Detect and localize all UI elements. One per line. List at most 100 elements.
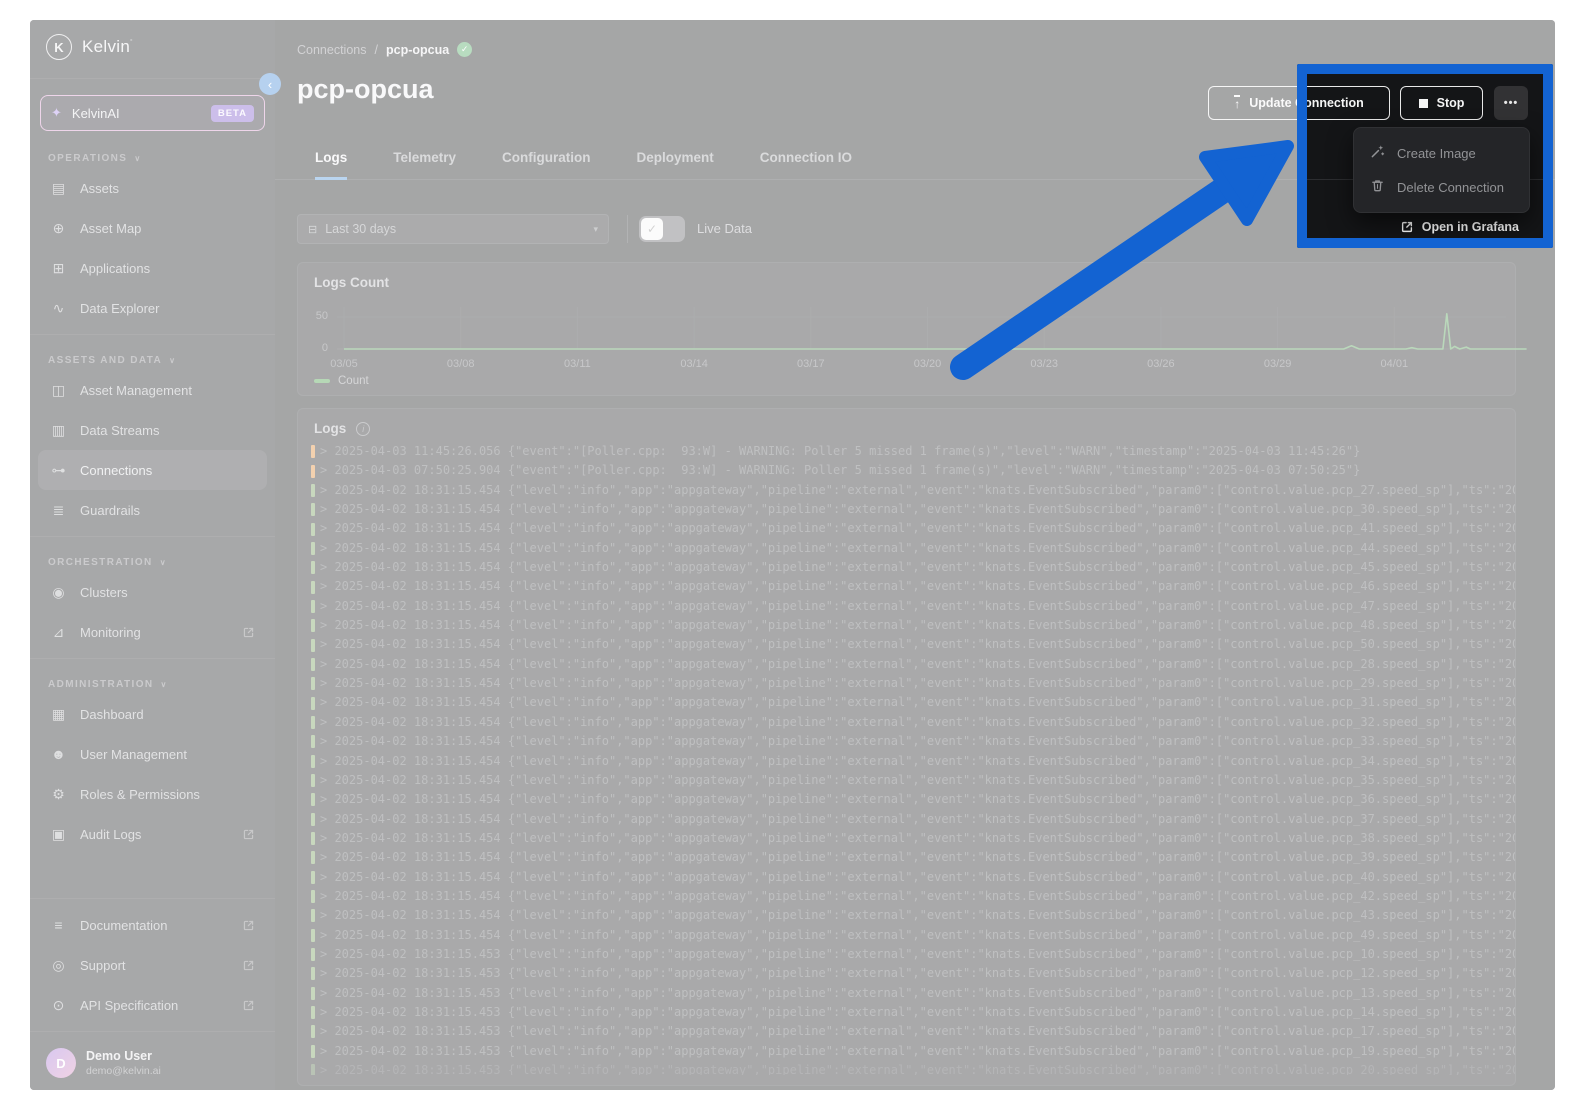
menu-item-delete-connection[interactable]: Delete Connection	[1354, 170, 1529, 204]
sidebar-item-assets[interactable]: ▤ Assets	[38, 168, 267, 208]
section-header-orchestration[interactable]: ORCHESTRATION ∨	[48, 557, 275, 568]
log-row[interactable]: > 2025-04-02 18:31:15.453 {"level":"info…	[298, 1022, 1515, 1041]
menu-item-create-image[interactable]: Create Image	[1354, 136, 1529, 170]
sidebar-collapse-button[interactable]: ‹	[259, 73, 281, 95]
log-text: > 2025-04-02 18:31:15.453 {"level":"info…	[320, 1063, 1515, 1075]
log-row[interactable]: > 2025-04-02 18:31:15.453 {"level":"info…	[298, 1003, 1515, 1022]
log-text: > 2025-04-02 18:31:15.453 {"level":"info…	[320, 985, 1515, 1000]
sidebar-item-data-explorer[interactable]: ∿ Data Explorer	[38, 288, 267, 328]
sidebar-item-guardrails[interactable]: ≣ Guardrails	[38, 490, 267, 530]
log-level-bar-info	[311, 928, 315, 942]
log-row[interactable]: > 2025-04-02 18:31:15.453 {"level":"info…	[298, 1042, 1515, 1061]
logs-count-chart	[337, 307, 1527, 350]
sidebar-item-label: Clusters	[80, 584, 128, 600]
breadcrumb-root[interactable]: Connections	[297, 43, 367, 57]
log-row[interactable]: > 2025-04-02 18:31:15.454 {"level":"info…	[298, 693, 1515, 712]
sidebar-item-support[interactable]: ◎ Support	[38, 945, 267, 985]
external-link-icon	[242, 919, 255, 932]
chart-legend: Count	[314, 375, 369, 387]
sidebar-item-documentation[interactable]: ≡ Documentation	[38, 905, 267, 945]
log-row[interactable]: > 2025-04-02 18:31:15.454 {"level":"info…	[298, 887, 1515, 906]
log-row[interactable]: > 2025-04-02 18:31:15.454 {"level":"info…	[298, 906, 1515, 925]
sidebar-item-label: Data Streams	[80, 422, 160, 438]
sidebar-item-data-streams[interactable]: ▥ Data Streams	[38, 410, 267, 450]
log-row[interactable]: > 2025-04-02 18:31:15.454 {"level":"info…	[298, 771, 1515, 790]
x-tick-label: 03/11	[564, 358, 591, 370]
external-link-icon	[1401, 221, 1412, 233]
sidebar-item-kelvinai[interactable]: ✦ KelvinAI BETA	[40, 95, 265, 131]
sidebar-item-api-specification[interactable]: ⊙ API Specification	[38, 985, 267, 1025]
sidebar-item-label: User Management	[80, 746, 187, 762]
tab-logs[interactable]: Logs	[315, 150, 348, 180]
section-header-administration[interactable]: ADMINISTRATION ∨	[48, 679, 275, 690]
log-row[interactable]: > 2025-04-02 18:31:15.454 {"level":"info…	[298, 655, 1515, 674]
log-row[interactable]: > 2025-04-02 18:31:15.453 {"level":"info…	[298, 1061, 1515, 1075]
date-range-select[interactable]: ⊟ Last 30 days ▾	[297, 214, 609, 244]
log-row[interactable]: > 2025-04-02 18:31:15.454 {"level":"info…	[298, 597, 1515, 616]
log-row[interactable]: > 2025-04-02 18:31:15.454 {"level":"info…	[298, 848, 1515, 867]
sidebar-item-user-management[interactable]: ☻ User Management	[38, 734, 267, 774]
section-header-assets-and-data[interactable]: ASSETS AND DATA ∨	[48, 355, 275, 366]
sidebar-item-asset-map[interactable]: ⊕ Asset Map	[38, 208, 267, 248]
log-row[interactable]: > 2025-04-02 18:31:15.454 {"level":"info…	[298, 868, 1515, 887]
log-row[interactable]: > 2025-04-02 18:31:15.454 {"level":"info…	[298, 752, 1515, 771]
log-row[interactable]: > 2025-04-02 18:31:15.454 {"level":"info…	[298, 500, 1515, 519]
log-row[interactable]: > 2025-04-02 18:31:15.454 {"level":"info…	[298, 810, 1515, 829]
log-row[interactable]: > 2025-04-02 18:31:15.454 {"level":"info…	[298, 713, 1515, 732]
sidebar-item-applications[interactable]: ⊞ Applications	[38, 248, 267, 288]
logs-count-panel: Logs Count 50 0 03/05 03/08 03/11 03/14 03/17…	[297, 262, 1527, 396]
log-row[interactable]: > 2025-04-02 18:31:15.454 {"level":"info…	[298, 674, 1515, 693]
log-text: > 2025-04-02 18:31:15.453 {"level":"info…	[320, 1004, 1515, 1019]
log-text: > 2025-04-03 11:45:26.056 {"event":"[Pol…	[320, 444, 1361, 458]
tab-deployment[interactable]: Deployment	[637, 150, 714, 180]
log-row[interactable]: > 2025-04-02 18:31:15.453 {"level":"info…	[298, 945, 1515, 964]
y-tick-label: 50	[315, 310, 328, 322]
section-header-operations[interactable]: OPERATIONS ∨	[48, 153, 275, 164]
kelvinai-label: KelvinAI	[71, 105, 120, 121]
log-row[interactable]: > 2025-04-02 18:31:15.454 {"level":"info…	[298, 635, 1515, 654]
log-row[interactable]: > 2025-04-02 18:31:15.454 {"level":"info…	[298, 732, 1515, 751]
log-row[interactable]: > 2025-04-02 18:31:15.454 {"level":"info…	[298, 577, 1515, 596]
log-row[interactable]: > 2025-04-03 07:50:25.904 {"event":"[Pol…	[298, 461, 1515, 480]
log-row[interactable]: > 2025-04-02 18:31:15.454 {"level":"info…	[298, 926, 1515, 945]
log-row[interactable]: > 2025-04-02 18:31:15.454 {"level":"info…	[298, 519, 1515, 538]
log-row[interactable]: > 2025-04-02 18:31:15.454 {"level":"info…	[298, 616, 1515, 635]
log-text: > 2025-04-02 18:31:15.454 {"level":"info…	[320, 850, 1515, 865]
sidebar-item-label: Dashboard	[80, 706, 144, 722]
divider	[30, 658, 275, 659]
sidebar-item-clusters[interactable]: ◉ Clusters	[38, 572, 267, 612]
chevron-down-icon: ∨	[169, 356, 177, 365]
x-tick-label: 03/05	[330, 358, 358, 370]
sidebar-item-roles-permissions[interactable]: ⚙ Roles & Permissions	[38, 774, 267, 814]
log-row[interactable]: > 2025-04-02 18:31:15.454 {"level":"info…	[298, 481, 1515, 500]
sidebar-item-connections[interactable]: ⊶ Connections	[38, 450, 267, 490]
divider	[30, 334, 275, 335]
tab-connection-io[interactable]: Connection IO	[760, 150, 852, 180]
sidebar-item-dashboard[interactable]: ▦ Dashboard	[38, 694, 267, 734]
log-row[interactable]: > 2025-04-02 18:31:15.453 {"level":"info…	[298, 984, 1515, 1003]
sidebar-item-audit-logs[interactable]: ▣ Audit Logs	[38, 814, 267, 854]
log-row[interactable]: > 2025-04-03 11:45:26.056 {"event":"[Pol…	[298, 442, 1515, 461]
more-actions-button[interactable]: •••	[1494, 86, 1528, 120]
x-tick-label: 03/23	[1030, 358, 1058, 370]
log-row[interactable]: > 2025-04-02 18:31:15.453 {"level":"info…	[298, 964, 1515, 983]
user-profile[interactable]: D Demo User demo@kelvin.ai	[30, 1038, 275, 1090]
stop-button[interactable]: Stop	[1400, 86, 1483, 120]
tab-configuration[interactable]: Configuration	[502, 150, 590, 180]
tab-telemetry[interactable]: Telemetry	[393, 150, 456, 180]
live-data-toggle[interactable]: ✓	[639, 216, 685, 242]
log-text: > 2025-04-02 18:31:15.454 {"level":"info…	[320, 618, 1515, 633]
log-row[interactable]: > 2025-04-02 18:31:15.454 {"level":"info…	[298, 790, 1515, 809]
log-row[interactable]: > 2025-04-02 18:31:15.454 {"level":"info…	[298, 558, 1515, 577]
sidebar-item-label: Monitoring	[80, 624, 141, 640]
update-connection-button[interactable]: ↑ Update Connection	[1208, 86, 1390, 120]
log-list[interactable]: > 2025-04-03 11:45:26.056 {"event":"[Pol…	[298, 442, 1515, 1075]
open-in-grafana-link[interactable]: Open in Grafana	[1400, 220, 1519, 234]
page: K Kelvin˚ ✦ KelvinAI BETA OPERATIONS ∨ ▤ As…	[0, 0, 1584, 1120]
log-row[interactable]: > 2025-04-02 18:31:15.454 {"level":"info…	[298, 539, 1515, 558]
sidebar-item-asset-management[interactable]: ◫ Asset Management	[38, 370, 267, 410]
log-row[interactable]: > 2025-04-02 18:31:15.454 {"level":"info…	[298, 829, 1515, 848]
info-icon[interactable]: i	[356, 421, 371, 436]
sidebar-item-monitoring[interactable]: ⊿ Monitoring	[38, 612, 267, 652]
